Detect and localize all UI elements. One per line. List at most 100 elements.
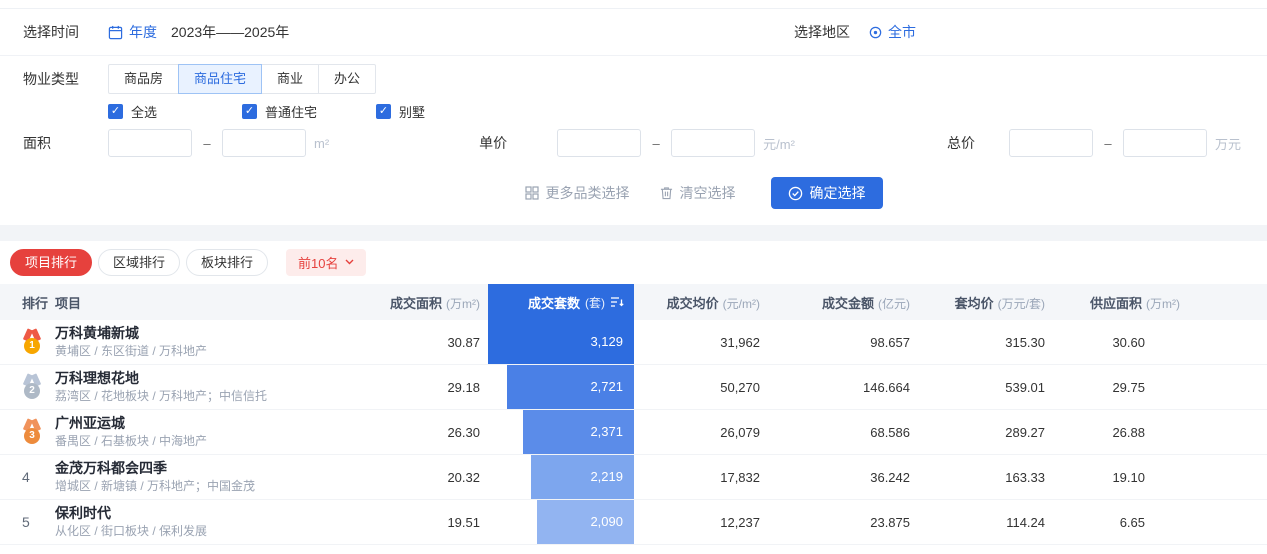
total-price-max-input[interactable]: [1123, 129, 1207, 157]
range-filter-row: 面积 – m² 单价 – 元/m² 总价 – 万元: [0, 129, 1267, 157]
col-header-supply-area: 供应面积(万m²): [1045, 293, 1180, 312]
checkbox-label: 别墅: [399, 102, 425, 121]
clear-selection-label: 清空选择: [680, 183, 736, 203]
avg-price-value: 17,832: [634, 470, 760, 485]
ranking-table: 排行 项目 成交面积(万m²) 成交套数 (套) 成交均价(元/m²) 成交金额…: [0, 284, 1267, 545]
price-per-unit-value: 163.33: [910, 470, 1045, 485]
top-n-label: 前10名: [298, 253, 338, 272]
silver-medal-icon: 2: [22, 375, 42, 399]
range-separator: –: [641, 136, 671, 151]
filter-panel: 选择时间 年度 2023年——2025年 选择地区 全市: [0, 9, 1267, 209]
supply-area-value: 19.10: [1045, 470, 1180, 485]
col-header-deal-units-sorted[interactable]: 成交套数 (套): [488, 284, 634, 320]
more-categories-button[interactable]: 更多品类选择: [525, 183, 630, 203]
confirm-selection-button[interactable]: 确定选择: [771, 177, 883, 209]
col-header-project: 项目: [55, 293, 380, 312]
deal-area-value: 30.87: [380, 335, 480, 350]
rank-cell: 3: [0, 420, 55, 444]
deal-units-cell: 2,371: [480, 410, 634, 454]
col-unit: (亿元): [878, 297, 910, 311]
deal-units-cell: 2,090: [480, 500, 634, 544]
col-unit: (万m²): [1146, 297, 1180, 311]
top-n-dropdown[interactable]: 前10名: [286, 249, 365, 276]
property-tab-commercial-housing[interactable]: 商品房: [108, 64, 179, 94]
property-type-row: 物业类型 商品房 商品住宅 商业 办公: [0, 64, 1267, 94]
project-cell: 万科理想花地 荔湾区 / 花地板块 / 万科地产；中信信托: [55, 370, 380, 404]
property-tab-residential[interactable]: 商品住宅: [178, 64, 262, 94]
checkbox-ordinary-residence[interactable]: ✓ 普通住宅: [242, 102, 376, 121]
project-cell: 保利时代 从化区 / 街口板块 / 保利发展: [55, 505, 380, 539]
deal-units-bar: 2,721: [507, 365, 634, 409]
deal-units-value: 2,090: [537, 500, 635, 544]
col-header-price-per-unit: 套均价 (万元/套): [910, 293, 1045, 312]
deal-units-value: 2,219: [531, 455, 635, 499]
col-unit: (万元/套): [998, 297, 1045, 311]
sort-descending-icon: [610, 296, 624, 308]
supply-area-value: 6.65: [1045, 515, 1180, 530]
deal-area-value: 19.51: [380, 515, 480, 530]
supply-area-value: 29.75: [1045, 380, 1180, 395]
project-detail: 番禺区 / 石基板块 / 中海地产: [55, 434, 380, 449]
project-detail: 从化区 / 街口板块 / 保利发展: [55, 524, 380, 539]
unit-price-max-input[interactable]: [671, 129, 755, 157]
area-min-input[interactable]: [108, 129, 192, 157]
table-row[interactable]: 4 金茂万科都会四季 增城区 / 新塘镇 / 万科地产；中国金茂 20.32 2…: [0, 455, 1267, 500]
total-price-unit-label: 万元: [1215, 134, 1241, 153]
checkbox-villa[interactable]: ✓ 别墅: [376, 102, 510, 121]
total-price-min-input[interactable]: [1009, 129, 1093, 157]
property-type-label: 物业类型: [23, 69, 108, 89]
deal-units-bar: 2,090: [537, 500, 635, 544]
unit-price-min-input[interactable]: [557, 129, 641, 157]
deal-units-bar: 2,219: [531, 455, 635, 499]
col-label: 成交均价: [667, 296, 719, 311]
unit-price-unit-label: 元/m²: [763, 134, 795, 153]
deal-amount-value: 36.242: [760, 470, 910, 485]
area-unit-label: m²: [314, 136, 329, 151]
clear-selection-button[interactable]: 清空选择: [660, 183, 736, 203]
table-row[interactable]: 5 保利时代 从化区 / 街口板块 / 保利发展 19.51 2,090 12,…: [0, 500, 1267, 545]
unit-price-range-label: 单价: [479, 133, 557, 153]
tab-region-ranking[interactable]: 区域排行: [98, 249, 180, 276]
property-tab-business[interactable]: 商业: [261, 64, 319, 94]
time-mode-link[interactable]: 年度: [129, 22, 157, 42]
supply-area-value: 26.88: [1045, 425, 1180, 440]
real-estate-ranking-page: 选择时间 年度 2023年——2025年 选择地区 全市: [0, 0, 1267, 554]
col-unit: (万m²): [446, 297, 480, 311]
deal-units-cell: 2,219: [480, 455, 634, 499]
project-cell: 万科黄埔新城 黄埔区 / 东区街道 / 万科地产: [55, 325, 380, 359]
supply-area-value: 30.60: [1045, 335, 1180, 350]
range-separator: –: [192, 136, 222, 151]
rank-cell: 2: [0, 375, 55, 399]
property-type-tabs: 商品房 商品住宅 商业 办公: [108, 64, 376, 94]
table-row[interactable]: 2 万科理想花地 荔湾区 / 花地板块 / 万科地产；中信信托 29.18 2,…: [0, 365, 1267, 410]
deal-units-cell: 2,721: [480, 365, 634, 409]
deal-units-cell: 3,129: [480, 320, 634, 364]
deal-units-bar: 3,129: [488, 320, 634, 364]
location-icon: [868, 25, 883, 40]
subtype-checkbox-row: ✓ 全选 ✓ 普通住宅 ✓ 别墅: [0, 103, 1267, 119]
project-name: 金茂万科都会四季: [55, 460, 380, 476]
deal-amount-value: 98.657: [760, 335, 910, 350]
region-value-link[interactable]: 全市: [888, 22, 916, 42]
tab-block-ranking[interactable]: 板块排行: [186, 249, 268, 276]
price-per-unit-value: 539.01: [910, 380, 1045, 395]
tab-project-ranking[interactable]: 项目排行: [10, 249, 92, 276]
time-filter-row: 选择时间 年度 2023年——2025年 选择地区 全市: [0, 9, 1267, 56]
project-name: 万科黄埔新城: [55, 325, 380, 341]
top-divider: [0, 0, 1267, 9]
col-label: 成交金额: [822, 296, 874, 311]
col-label: 套均价: [955, 296, 994, 311]
checkbox-label: 普通住宅: [265, 102, 317, 121]
property-tab-office[interactable]: 办公: [318, 64, 376, 94]
checkbox-select-all[interactable]: ✓ 全选: [108, 102, 242, 121]
price-per-unit-value: 289.27: [910, 425, 1045, 440]
price-per-unit-value: 315.30: [910, 335, 1045, 350]
avg-price-value: 12,237: [634, 515, 760, 530]
ranking-tab-bar: 项目排行 区域排行 板块排行 前10名: [0, 248, 1267, 276]
grid-icon: [525, 186, 539, 200]
table-row[interactable]: 3 广州亚运城 番禺区 / 石基板块 / 中海地产 26.30 2,371 26…: [0, 410, 1267, 455]
gold-medal-icon: 1: [22, 330, 42, 354]
table-row[interactable]: 1 万科黄埔新城 黄埔区 / 东区街道 / 万科地产 30.87 3,129 3…: [0, 320, 1267, 365]
area-max-input[interactable]: [222, 129, 306, 157]
confirm-selection-label: 确定选择: [810, 183, 866, 203]
